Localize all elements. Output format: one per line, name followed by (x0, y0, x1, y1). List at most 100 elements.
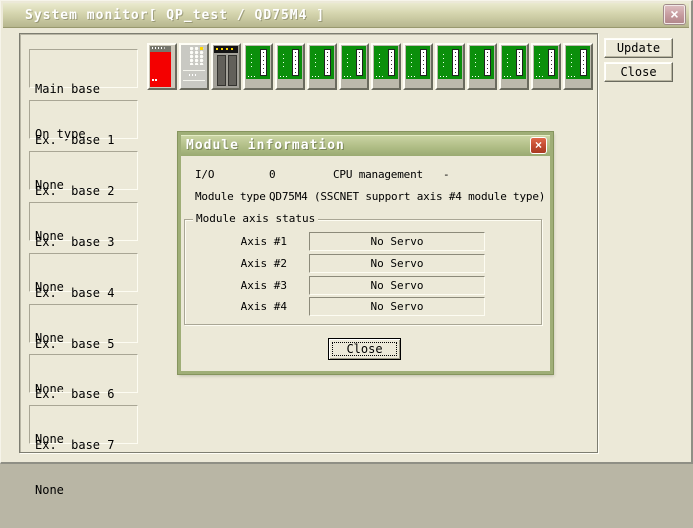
base-panel-type: None (35, 483, 137, 498)
base-panel[interactable]: Ex. base 4 None (29, 253, 138, 292)
base-panel-title: Main base (35, 82, 137, 97)
cpu-management-value: - (443, 168, 449, 181)
window-title: System monitor[ QP_test / QD75M4 ] (3, 8, 325, 23)
group-title: Module axis status (193, 212, 318, 225)
io-module-detail (487, 52, 488, 73)
module-slot-io[interactable] (435, 43, 465, 90)
io-module-detail (519, 52, 520, 73)
base-panel-title: Ex. base 4 (35, 286, 137, 301)
io-module-detail (539, 54, 540, 70)
io-module-detail (263, 52, 264, 73)
base-panel-title: Ex. base 2 (35, 184, 137, 199)
base-panel[interactable]: Ex. base 6 None (29, 354, 138, 393)
dialog-close-button[interactable]: × (530, 137, 547, 154)
window-close-button[interactable]: × (664, 5, 685, 24)
io-module-detail (423, 52, 424, 73)
close-button[interactable]: Close (604, 62, 673, 82)
power-module-detail (152, 79, 154, 81)
io-module-detail (359, 52, 360, 73)
update-button[interactable]: Update (604, 38, 673, 58)
close-icon: × (665, 6, 684, 22)
io-module-detail (327, 52, 328, 73)
io-module-detail (347, 54, 348, 70)
io-value: 0 (269, 168, 275, 181)
io-module-detail (344, 76, 353, 77)
cpu-management-label: CPU management (333, 168, 423, 181)
power-module-detail (150, 46, 171, 52)
io-module-detail (551, 52, 552, 73)
io-module-detail (312, 76, 321, 77)
axis-row: Axis #4 No Servo (185, 297, 541, 317)
io-module-detail (315, 54, 316, 70)
base-panel-title: Ex. base 5 (35, 337, 137, 352)
io-module-detail (283, 54, 284, 70)
io-module-detail (568, 76, 577, 77)
module-slot-io[interactable] (499, 43, 529, 90)
module-type-label: Module type (195, 190, 266, 203)
qd75-module-detail (228, 55, 237, 86)
io-module-detail (504, 76, 513, 77)
module-type-value: QD75M4 (SSCNET support axis #4 module ty… (269, 190, 545, 203)
axis-label: Axis #2 (185, 257, 287, 270)
io-module-detail (411, 54, 412, 70)
dialog-close-action-button[interactable]: Close (328, 338, 401, 360)
module-slot-io[interactable] (307, 43, 337, 90)
dialog-title: Module information (181, 138, 345, 153)
io-module-detail (475, 54, 476, 70)
window-titlebar[interactable]: System monitor[ QP_test / QD75M4 ] × (3, 3, 689, 28)
io-module-detail (391, 52, 392, 73)
module-slot-io[interactable] (531, 43, 561, 90)
cpu-module-detail (189, 74, 198, 76)
cpu-module-detail (183, 70, 205, 71)
axis-row: Axis #1 No Servo (185, 232, 541, 252)
module-slot-io[interactable] (563, 43, 593, 90)
module-slot-io[interactable] (403, 43, 433, 90)
axis-row: Axis #3 No Servo (185, 276, 541, 296)
io-module-detail (472, 76, 481, 77)
module-slot-cpu[interactable] (179, 43, 209, 90)
io-module-detail (536, 76, 545, 77)
module-slot-qd75[interactable] (211, 43, 241, 90)
module-slot-io[interactable] (243, 43, 273, 90)
io-module-detail (408, 76, 417, 77)
module-slot-io[interactable] (339, 43, 369, 90)
io-module-detail (443, 54, 444, 70)
base-panel-title: Ex. base 7 (35, 438, 137, 453)
io-module-detail (251, 54, 252, 70)
axis-status-field: No Servo (309, 232, 485, 251)
module-slot-io[interactable] (275, 43, 305, 90)
module-slot-io[interactable] (371, 43, 401, 90)
axis-status-field: No Servo (309, 276, 485, 295)
module-axis-status-group: Module axis status Axis #1 No Servo Axis… (184, 219, 542, 325)
base-panel[interactable]: Ex. base 5 None (29, 304, 138, 343)
io-module-detail (379, 54, 380, 70)
module-slot-power[interactable] (147, 43, 177, 90)
axis-status-field: No Servo (309, 297, 485, 316)
base-panel[interactable]: Ex. base 7 None (29, 405, 138, 444)
axis-label: Axis #4 (185, 300, 287, 313)
base-panel[interactable]: Main base Qn type (29, 49, 138, 88)
dialog-titlebar[interactable]: Module information × (181, 135, 550, 156)
io-module-detail (571, 54, 572, 70)
base-panel[interactable]: Ex. base 2 None (29, 151, 138, 190)
qd75-module-detail (216, 48, 233, 50)
io-module-detail (455, 52, 456, 73)
base-panel-title: Ex. base 3 (35, 235, 137, 250)
io-module-detail (295, 52, 296, 73)
io-module-detail (440, 76, 449, 77)
base-panel[interactable]: Ex. base 3 None (29, 202, 138, 241)
module-row (147, 43, 595, 90)
base-panel-title: Ex. base 1 (35, 133, 137, 148)
axis-label: Axis #1 (185, 235, 287, 248)
base-panel[interactable]: Ex. base 1 None (29, 100, 138, 139)
module-slot-io[interactable] (467, 43, 497, 90)
io-module-detail (507, 54, 508, 70)
axis-row: Axis #2 No Servo (185, 254, 541, 274)
axis-status-field: No Servo (309, 254, 485, 273)
close-icon: × (535, 138, 542, 152)
dialog-body: I/O 0 CPU management - Module type QD75M… (181, 156, 550, 371)
module-information-dialog: Module information × I/O 0 CPU managemen… (178, 132, 553, 374)
io-module-detail (280, 76, 289, 77)
cpu-module-detail (200, 47, 203, 50)
io-label: I/O (195, 168, 214, 181)
